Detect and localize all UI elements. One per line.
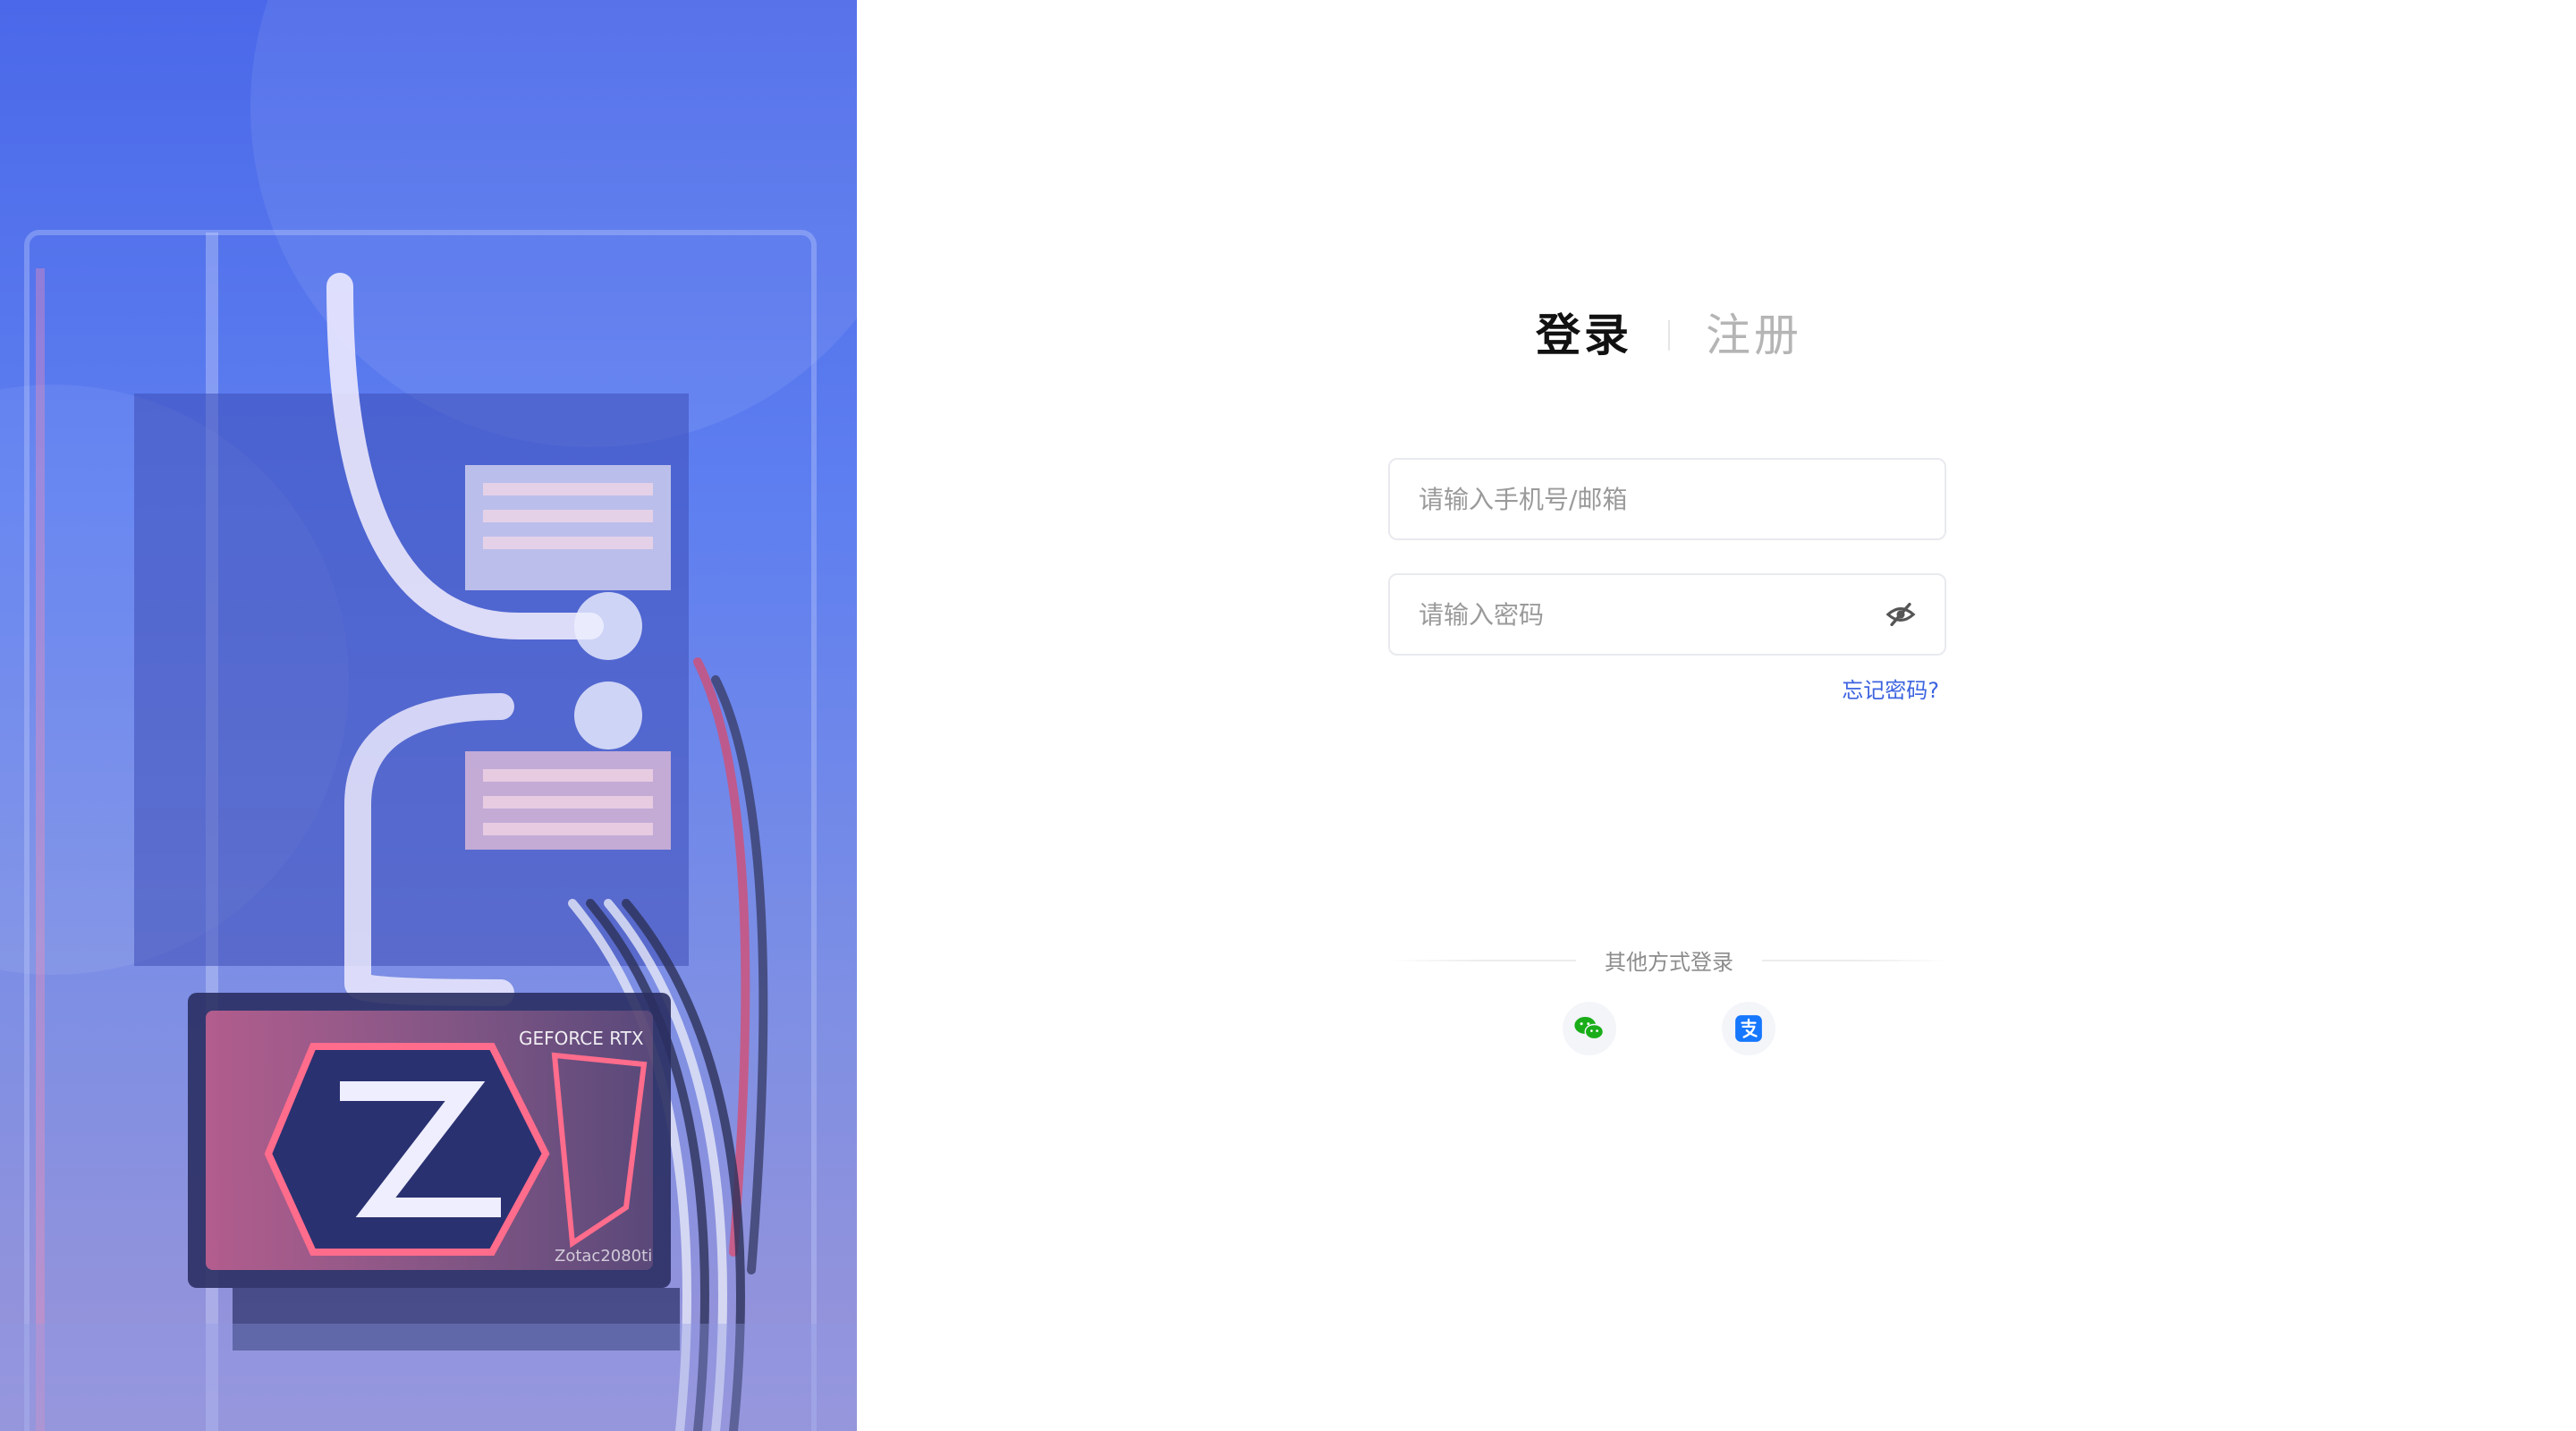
other-login-label: 其他方式登录 — [1605, 950, 1733, 975]
hero-panel: GEFORCE RTX Zotac2080ti — [0, 0, 857, 1431]
other-login-divider: 其他方式登录 — [1388, 944, 1950, 976]
alipay-icon — [1735, 1015, 1762, 1042]
login-page: GEFORCE RTX Zotac2080ti 登录 注册 请输入手机号/邮箱 … — [0, 0, 2576, 1431]
auth-panel: 登录 注册 忘记密码? 其他方式登录 — [1388, 0, 1950, 1431]
forgot-password-link[interactable]: 忘记密码? — [1842, 673, 1939, 704]
password-field — [1388, 573, 1946, 656]
gpu-brand-text: GEFORCE RTX — [519, 1028, 644, 1049]
tab-login[interactable]: 登录 — [1536, 304, 1632, 367]
account-field — [1388, 458, 1946, 540]
tab-register[interactable]: 注册 — [1706, 304, 1802, 367]
social-login-list — [1388, 1002, 1950, 1055]
eye-hidden-icon[interactable] — [1884, 597, 1918, 631]
gpu-model-text: Zotac2080ti — [555, 1247, 652, 1266]
divider-line-right — [1762, 959, 1950, 961]
divider-line-left — [1388, 959, 1576, 961]
password-input[interactable] — [1417, 598, 1884, 631]
alipay-login-button[interactable] — [1722, 1002, 1775, 1055]
wechat-login-button[interactable] — [1563, 1002, 1616, 1055]
auth-tabs: 登录 注册 — [1388, 304, 1950, 367]
wechat-icon — [1574, 1016, 1605, 1040]
account-input[interactable] — [1417, 483, 1918, 515]
hero-pc-illustration: GEFORCE RTX Zotac2080ti — [0, 0, 857, 1431]
tab-divider — [1668, 320, 1670, 351]
